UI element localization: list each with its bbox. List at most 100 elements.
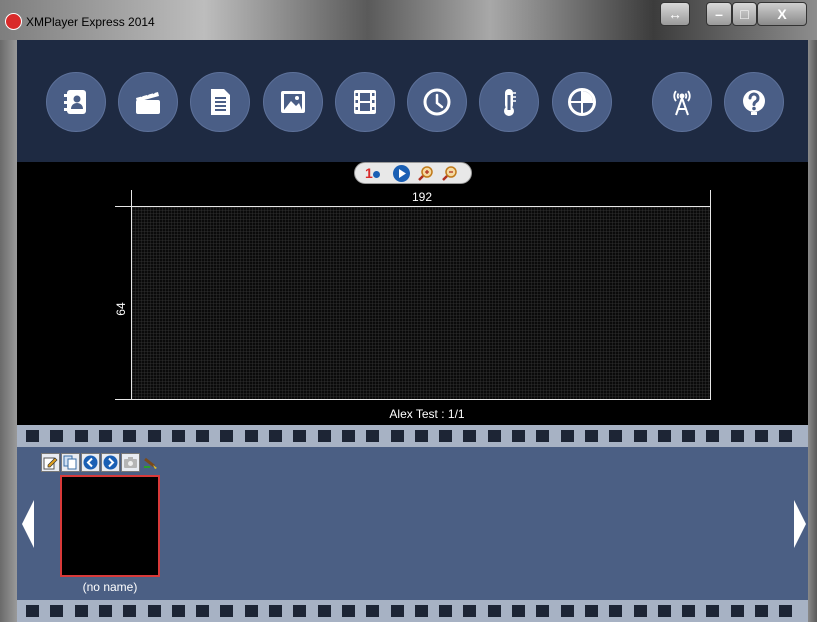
film-perforation-hole <box>366 430 379 442</box>
contacts-book-icon <box>64 90 86 114</box>
radar-icon <box>568 88 596 116</box>
width-guide-right <box>710 190 711 206</box>
film-perforation-hole <box>196 605 209 617</box>
move-right-button[interactable] <box>101 453 120 472</box>
zoom-in-icon <box>418 166 433 181</box>
film-icon <box>354 90 376 114</box>
help-button[interactable] <box>724 72 784 132</box>
slide-thumbnail-label: (no name) <box>82 580 138 594</box>
film-perforation-hole <box>609 605 622 617</box>
film-perforation-hole <box>50 430 63 442</box>
camera-button[interactable] <box>121 453 140 472</box>
film-perforation-hole <box>148 605 161 617</box>
film-perforation-hole <box>779 605 792 617</box>
film-perforation-hole <box>342 605 355 617</box>
copy-icon <box>63 455 77 470</box>
restore-layout-icon: ↔ <box>668 6 682 22</box>
image-icon <box>281 91 305 113</box>
film-perforation-hole <box>463 430 476 442</box>
radar-button[interactable] <box>552 72 612 132</box>
brush-button[interactable] <box>141 453 160 472</box>
film-perforation-hole <box>512 605 525 617</box>
film-perforation-hole <box>172 605 185 617</box>
film-perforation-hole <box>609 430 622 442</box>
film-perforation-hole <box>99 605 112 617</box>
width-guide-left <box>131 190 132 206</box>
film-perforation-hole <box>463 605 476 617</box>
play-button[interactable] <box>393 165 410 182</box>
film-perforation-hole <box>439 605 452 617</box>
film-perforation-hole <box>172 430 185 442</box>
clapperboard-button[interactable] <box>118 72 178 132</box>
film-perforation-hole <box>342 430 355 442</box>
restore-layout-button[interactable]: ↔ <box>660 2 690 26</box>
document-button[interactable] <box>190 72 250 132</box>
led-canvas[interactable] <box>131 206 711 400</box>
clock-button[interactable] <box>407 72 467 132</box>
scroll-left-arrow-icon[interactable] <box>22 500 34 548</box>
window-frame-left <box>0 40 17 622</box>
slide-thumbnail[interactable] <box>60 475 160 577</box>
film-perforation-hole <box>318 605 331 617</box>
clapperboard-icon <box>136 89 160 114</box>
brush-icon <box>144 457 157 469</box>
film-perforation-hole <box>366 605 379 617</box>
actual-size-button[interactable]: 1 <box>365 165 382 182</box>
film-perforation-top <box>17 425 808 447</box>
film-perforation-hole <box>318 430 331 442</box>
copy-slide-button[interactable] <box>61 453 80 472</box>
main-toolbar <box>17 40 808 162</box>
canvas-width-label: 192 <box>411 190 433 204</box>
antenna-button[interactable] <box>652 72 712 132</box>
image-button[interactable] <box>263 72 323 132</box>
film-perforation-hole <box>220 605 233 617</box>
actual-size-icon: 1 <box>365 165 373 181</box>
film-perforation-hole <box>634 605 647 617</box>
height-guide-bottom <box>115 399 131 400</box>
film-perforation-hole <box>585 605 598 617</box>
maximize-button[interactable]: □ <box>732 2 757 26</box>
film-perforation-hole <box>50 605 63 617</box>
move-left-icon <box>83 455 98 470</box>
play-icon <box>399 169 406 178</box>
preview-area: 1 192 64 Alex Test : 1/1 <box>17 162 808 425</box>
film-perforation-hole <box>391 605 404 617</box>
antenna-icon <box>673 90 691 116</box>
edit-icon <box>43 457 58 470</box>
film-perforation-hole <box>682 430 695 442</box>
zoom-out-button[interactable] <box>441 165 458 182</box>
maximize-icon: □ <box>740 6 749 22</box>
thermometer-button[interactable] <box>479 72 539 132</box>
film-perforation-hole <box>682 605 695 617</box>
film-button[interactable] <box>335 72 395 132</box>
film-perforation-hole <box>561 430 574 442</box>
film-perforation-hole <box>488 605 501 617</box>
close-icon: X <box>777 6 787 22</box>
film-perforation-hole <box>293 430 306 442</box>
zoom-out-icon <box>442 166 457 181</box>
app-logo-icon <box>5 13 22 30</box>
film-perforation-hole <box>26 430 39 442</box>
film-perforation-hole <box>755 430 768 442</box>
film-perforation-hole <box>245 430 258 442</box>
edit-slide-button[interactable] <box>41 453 60 472</box>
move-right-icon <box>103 455 118 470</box>
film-perforation-hole <box>488 430 501 442</box>
film-perforation-hole <box>123 605 136 617</box>
contacts-button[interactable] <box>46 72 106 132</box>
film-perforation-hole <box>245 605 258 617</box>
move-left-button[interactable] <box>81 453 100 472</box>
film-perforation-hole <box>731 605 744 617</box>
film-perforation-hole <box>123 430 136 442</box>
film-perforation-hole <box>536 430 549 442</box>
height-guide-top <box>115 206 131 207</box>
zoom-toolbar: 1 <box>354 162 472 184</box>
zoom-in-button[interactable] <box>417 165 434 182</box>
clock-icon <box>423 88 451 116</box>
scroll-right-arrow-icon[interactable] <box>794 500 806 548</box>
close-button[interactable]: X <box>757 2 807 26</box>
film-perforation-hole <box>512 430 525 442</box>
film-perforation-hole <box>269 605 282 617</box>
minimize-button[interactable]: – <box>706 2 732 26</box>
film-perforation-hole <box>269 430 282 442</box>
